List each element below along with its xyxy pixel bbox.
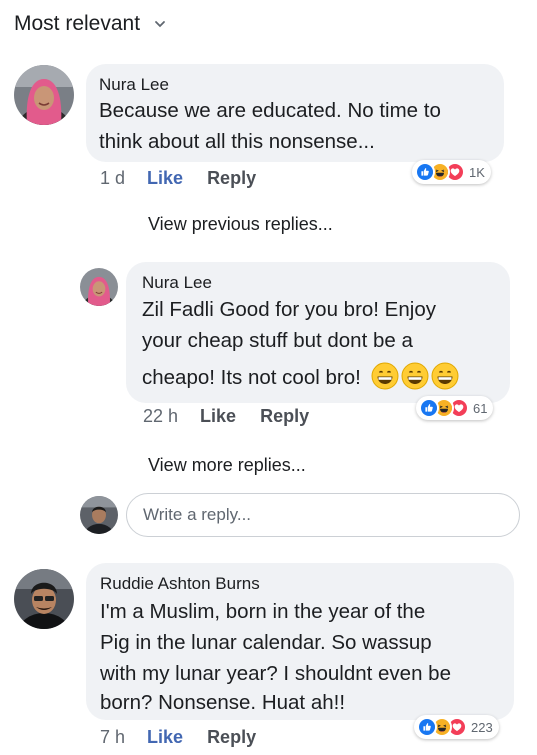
reply-button[interactable]: Reply [260, 406, 309, 427]
comment-text-line: Pig in the lunar calendar. So wassup [100, 631, 432, 654]
like-button[interactable]: Like [147, 168, 183, 189]
reply-input-box[interactable] [126, 493, 520, 537]
comment-actions: 7 h Like Reply [100, 727, 256, 748]
comment-actions: 1 d Like Reply [100, 168, 256, 189]
comment-timestamp: 7 h [100, 727, 126, 747]
avatar[interactable] [80, 268, 118, 306]
grinning-emoji-icon [401, 362, 429, 390]
sort-dropdown[interactable]: Most relevant [14, 12, 166, 36]
like-reaction-icon [415, 162, 435, 182]
chevron-down-icon [155, 21, 165, 28]
comment-actions: 22 h Like Reply [143, 406, 309, 427]
view-more-replies-link[interactable]: View more replies... [148, 455, 306, 476]
reaction-count: 1K [469, 164, 485, 180]
view-previous-replies-link[interactable]: View previous replies... [148, 214, 333, 235]
current-user-avatar [80, 496, 118, 534]
comment-text-line: born? Nonsense. Huat ah!! [100, 691, 346, 714]
reply-button[interactable]: Reply [207, 168, 256, 189]
grinning-emoji-icon [371, 362, 399, 390]
comment-timestamp: 1 d [100, 168, 126, 188]
reaction-summary[interactable]: 223 [414, 715, 499, 739]
like-reaction-icon [419, 398, 439, 418]
comment-author[interactable]: Nura Lee [99, 75, 169, 95]
comment-text-line: your cheap stuff but dont be a [142, 329, 413, 352]
reaction-summary[interactable]: 61 [416, 396, 494, 420]
like-reaction-icon [417, 717, 437, 737]
comment-text-line: with my lunar year? I shouldnt even be [100, 662, 451, 685]
comment-author[interactable]: Ruddie Ashton Burns [100, 574, 260, 594]
like-button[interactable]: Like [147, 727, 183, 748]
like-button[interactable]: Like [200, 406, 236, 427]
reaction-count: 223 [471, 719, 493, 735]
comment-text-line: Zil Fadli Good for you bro! Enjoy [142, 298, 436, 321]
reply-button[interactable]: Reply [207, 727, 256, 748]
reaction-count: 61 [473, 400, 488, 416]
comment-text-line: Because we are educated. No time to [99, 99, 441, 122]
grinning-emoji-icon [431, 362, 459, 390]
comment-timestamp: 22 h [143, 406, 179, 426]
sort-label: Most relevant [14, 12, 141, 35]
reply-input[interactable] [127, 494, 519, 536]
comment-text-line: I'm a Muslim, born in the year of the [100, 600, 426, 623]
avatar[interactable] [14, 569, 74, 629]
reaction-summary[interactable]: 1K [412, 160, 491, 184]
comment-text-span: cheapo! Its not cool bro! [142, 366, 361, 389]
avatar[interactable] [14, 65, 74, 125]
comment-text-line: cheapo! Its not cool bro! [142, 362, 459, 393]
comment-author[interactable]: Nura Lee [142, 273, 212, 293]
comment-text-line: think about all this nonsense... [99, 130, 375, 153]
